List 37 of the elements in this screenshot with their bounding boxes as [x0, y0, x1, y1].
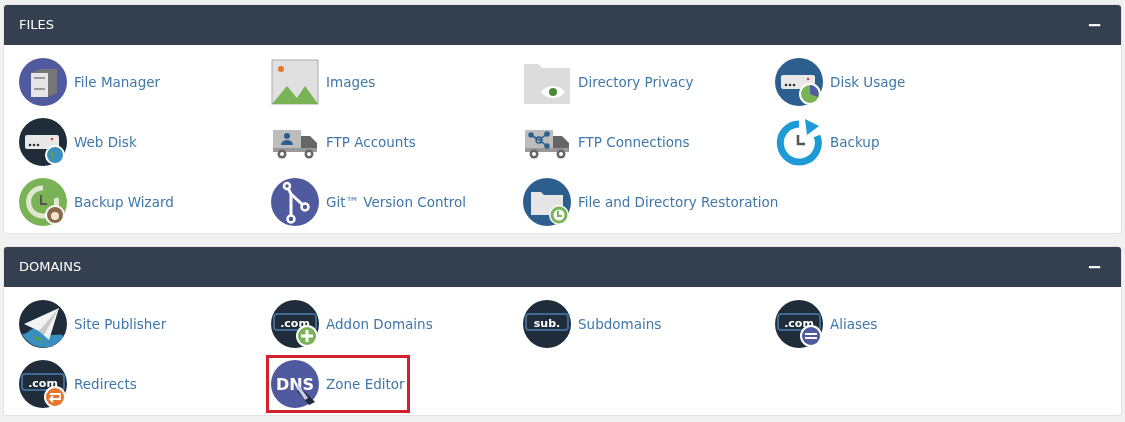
tool-link[interactable]: Disk Usage: [770, 53, 911, 111]
tool-link[interactable]: FTP Connections: [518, 113, 695, 171]
tool-link[interactable]: sub. Subdomains: [518, 295, 667, 353]
image-icon: [271, 58, 319, 106]
icon-text: .com: [784, 317, 814, 330]
paper-plane-icon: [19, 300, 67, 348]
branch-icon: [271, 178, 319, 226]
server-globe-icon: [19, 118, 67, 166]
circular-arrow-icon: [775, 118, 823, 166]
tool-link[interactable]: DNS Zone Editor: [266, 355, 410, 413]
tool-link[interactable]: .com Addon Domains: [266, 295, 438, 353]
tool-link[interactable]: File Manager: [14, 53, 166, 111]
tool-link[interactable]: .com Redirects: [14, 355, 142, 413]
server-pie-chart-icon: [775, 58, 823, 106]
tool-link[interactable]: Git™ Version Control: [266, 173, 472, 231]
cabinet-icon: [19, 58, 67, 106]
tool-link[interactable]: FTP Accounts: [266, 113, 421, 171]
tool-link[interactable]: Directory Privacy: [518, 53, 699, 111]
tool-link[interactable]: Web Disk: [14, 113, 142, 171]
return-arrow-badge-icon: [44, 386, 66, 408]
section-title: FILES: [19, 16, 55, 35]
folder-clock-icon: [523, 178, 571, 226]
icon-text: DNS: [275, 375, 315, 394]
tool-link[interactable]: Site Publisher: [14, 295, 172, 353]
icon-text: .com: [280, 317, 310, 330]
icon-text: .com: [28, 377, 58, 390]
plus-badge-icon: [296, 325, 318, 347]
equals-badge-icon: [800, 325, 822, 347]
icon-text: sub.: [533, 317, 561, 330]
tool-link[interactable]: Backup Wizard: [14, 173, 179, 231]
tool-link[interactable]: .com Aliases: [770, 295, 883, 353]
section-title: DOMAINS: [19, 258, 82, 277]
tool-link[interactable]: Images: [266, 53, 381, 111]
tool-link[interactable]: File and Directory Restoration: [518, 173, 784, 231]
tool-link[interactable]: Backup: [770, 113, 885, 171]
collapse-button[interactable]: −: [1082, 16, 1106, 34]
collapse-button[interactable]: −: [1082, 258, 1106, 276]
